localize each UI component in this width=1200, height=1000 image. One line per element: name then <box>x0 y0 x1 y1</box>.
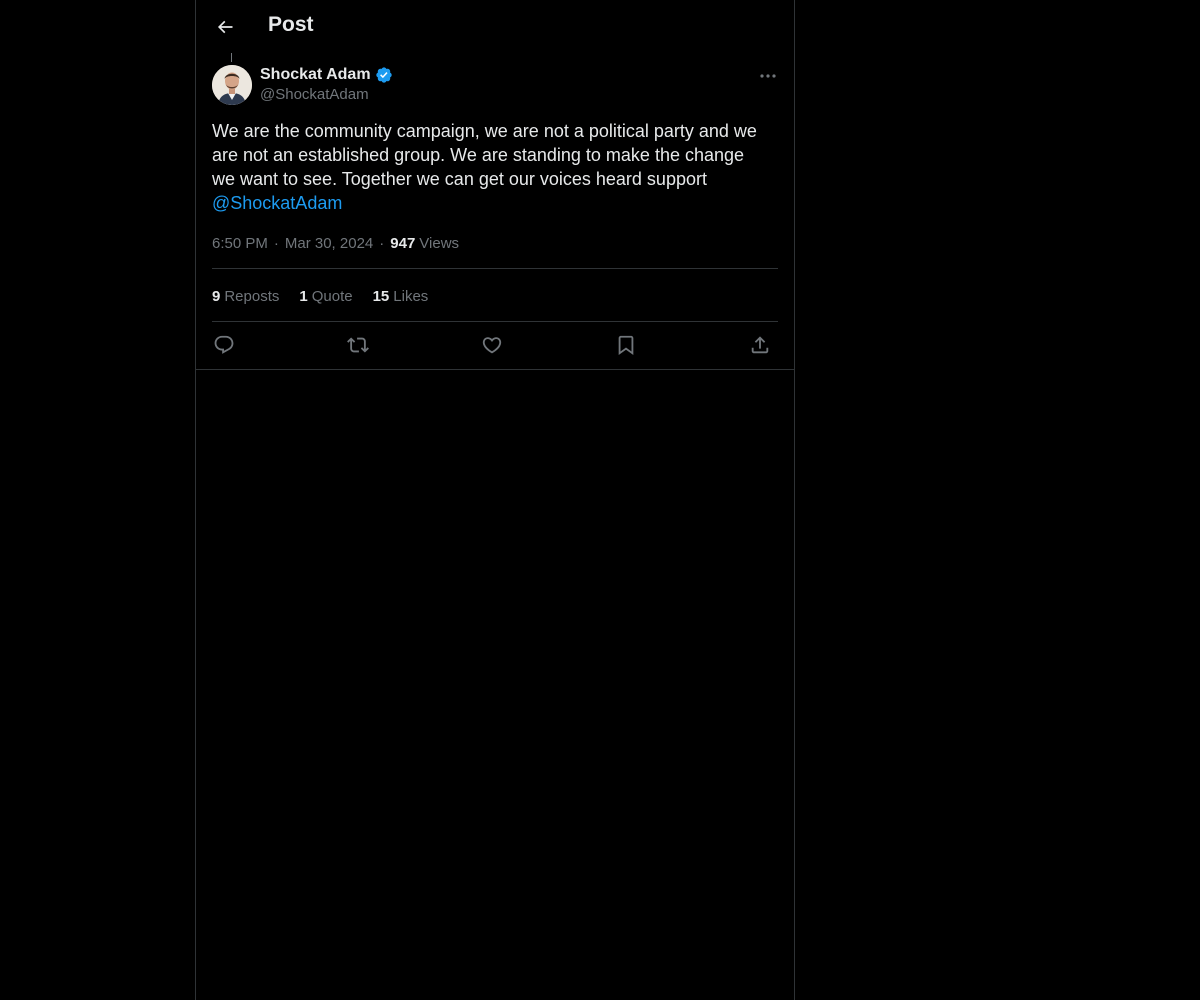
arrow-left-icon <box>215 17 235 37</box>
action-bar <box>212 333 778 357</box>
post-bottom-divider <box>196 369 794 370</box>
views-count: 947 <box>390 234 416 252</box>
post-date[interactable]: Mar 30, 2024 <box>285 235 373 252</box>
reply-button[interactable] <box>212 333 236 357</box>
quotes-count: 1 <box>299 287 308 305</box>
more-horizontal-icon <box>760 74 776 78</box>
author-handle[interactable]: @ShockatAdam <box>260 86 369 103</box>
repost-icon <box>347 334 369 356</box>
like-button[interactable] <box>480 333 504 357</box>
quotes-stat[interactable]: 1 Quote <box>299 288 352 305</box>
meta-separator: · <box>379 234 385 252</box>
meta-separator: · <box>273 234 279 252</box>
post-time[interactable]: 6:50 PM <box>212 235 268 252</box>
back-button[interactable] <box>208 10 242 44</box>
author-name[interactable]: Shockat Adam <box>260 66 371 84</box>
more-options-button[interactable] <box>756 64 780 88</box>
thread-connector-line <box>231 53 232 62</box>
post-mention-link[interactable]: @ShockatAdam <box>212 193 342 213</box>
post-body: We are the community campaign, we are no… <box>212 119 772 215</box>
reposts-label: Reposts <box>224 287 280 305</box>
divider <box>212 321 778 322</box>
avatar[interactable] <box>212 65 252 105</box>
page-title: Post <box>268 13 314 36</box>
likes-stat[interactable]: 15 Likes <box>373 288 429 305</box>
verified-badge-icon <box>375 66 393 84</box>
post-detail-column: Post Shockat Adam @ShockatAdam We are th… <box>195 0 795 1000</box>
heart-icon <box>481 334 503 356</box>
reposts-stat[interactable]: 9 Reposts <box>212 288 279 305</box>
reposts-count: 9 <box>212 287 221 305</box>
quotes-label: Quote <box>311 287 353 305</box>
share-icon <box>749 334 771 356</box>
header: Post <box>196 0 794 53</box>
bookmark-button[interactable] <box>614 333 638 357</box>
post-meta: 6:50 PM · Mar 30, 2024 · 947 Views <box>212 233 459 253</box>
likes-label: Likes <box>393 287 429 305</box>
divider <box>212 268 778 269</box>
repost-button[interactable] <box>346 333 370 357</box>
likes-count: 15 <box>372 287 390 305</box>
post-text: We are the community campaign, we are no… <box>212 121 757 189</box>
reply-icon <box>213 334 235 356</box>
author-name-row[interactable]: Shockat Adam <box>260 65 393 85</box>
views-label: Views <box>419 234 460 252</box>
share-button[interactable] <box>748 333 772 357</box>
bookmark-icon <box>615 334 637 356</box>
post-stats: 9 Reposts 1 Quote 15 Likes <box>212 286 428 306</box>
